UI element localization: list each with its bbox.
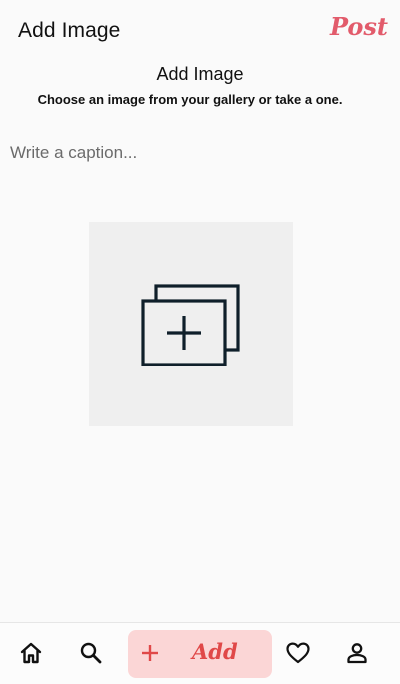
bottom-navigation: Add [0,622,400,684]
plus-icon [142,645,158,661]
post-button[interactable]: Post [330,12,388,41]
nav-favorites-button[interactable] [285,640,311,666]
nav-add-button[interactable]: Add [128,630,272,678]
nav-home-button[interactable] [18,640,44,666]
page-heading: Add Image [156,64,244,84]
heart-icon [286,642,310,664]
nav-profile-button[interactable] [344,640,370,666]
image-picker[interactable] [89,222,293,426]
nav-add-label: Add [192,639,238,664]
person-icon [347,643,367,664]
app-screen: Add Image Post Add Image Choose an image… [0,0,400,684]
app-bar: Add Image Post [0,0,400,64]
app-bar-title: Add Image [18,19,121,42]
home-icon [20,642,42,664]
search-icon [80,642,102,664]
page-subheading: Choose an image from your gallery or tak… [37,92,343,107]
caption-input[interactable] [10,138,380,168]
nav-search-button[interactable] [78,640,104,666]
add-photo-collection-icon [141,284,240,366]
